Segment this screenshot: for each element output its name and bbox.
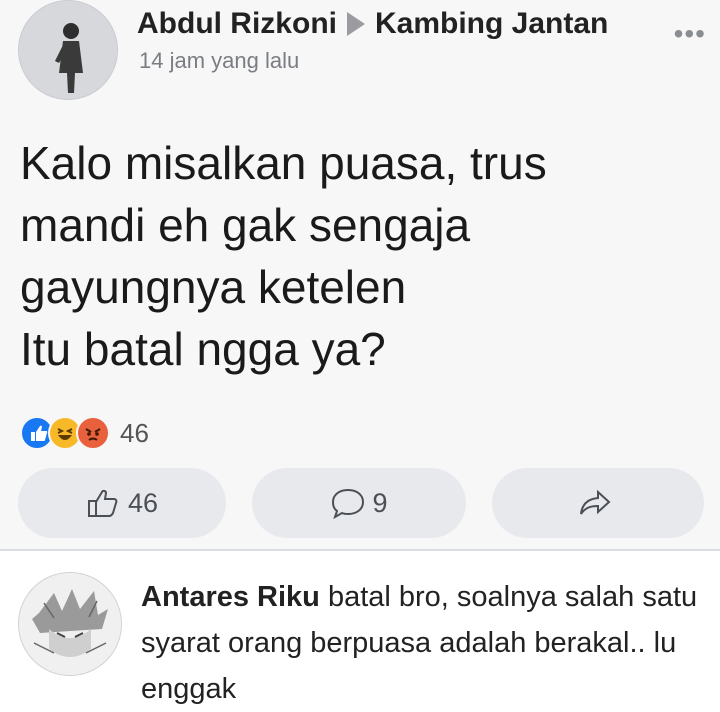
post-card: Abdul Rizkoni Kambing Jantan ••• 14 jam … xyxy=(0,0,720,550)
post-timestamp[interactable]: 14 jam yang lalu xyxy=(139,48,299,74)
arrow-right-icon xyxy=(346,12,365,36)
group-name[interactable]: Kambing Jantan xyxy=(375,7,608,41)
reaction-count: 46 xyxy=(120,417,149,448)
avatar-photo-icon xyxy=(19,1,117,99)
comment-button[interactable]: 9 xyxy=(252,468,466,538)
author-avatar[interactable] xyxy=(18,0,118,100)
share-arrow-icon xyxy=(580,489,611,515)
thumbs-up-icon xyxy=(87,489,118,517)
post-text: Kalo misalkan puasa, trus mandi eh gak s… xyxy=(20,137,547,375)
like-count: 46 xyxy=(127,487,159,518)
comment-body: Antares Riku batal bro, soalnya salah sa… xyxy=(141,574,706,712)
commenter-name[interactable]: Antares Riku xyxy=(141,581,320,613)
author-name[interactable]: Abdul Rizkoni xyxy=(137,7,337,41)
divider xyxy=(0,549,720,551)
like-button[interactable]: 46 xyxy=(18,468,226,538)
more-options-icon[interactable]: ••• xyxy=(674,18,706,50)
anime-avatar-icon xyxy=(19,573,121,675)
reactions-summary[interactable]: 46 xyxy=(20,416,149,450)
post-header: Abdul Rizkoni Kambing Jantan xyxy=(137,7,608,41)
comment-bubble-icon xyxy=(332,488,365,519)
angry-reaction-icon xyxy=(76,416,110,450)
share-button[interactable] xyxy=(492,468,704,538)
commenter-avatar[interactable] xyxy=(18,572,122,676)
comment-count: 9 xyxy=(372,487,388,518)
